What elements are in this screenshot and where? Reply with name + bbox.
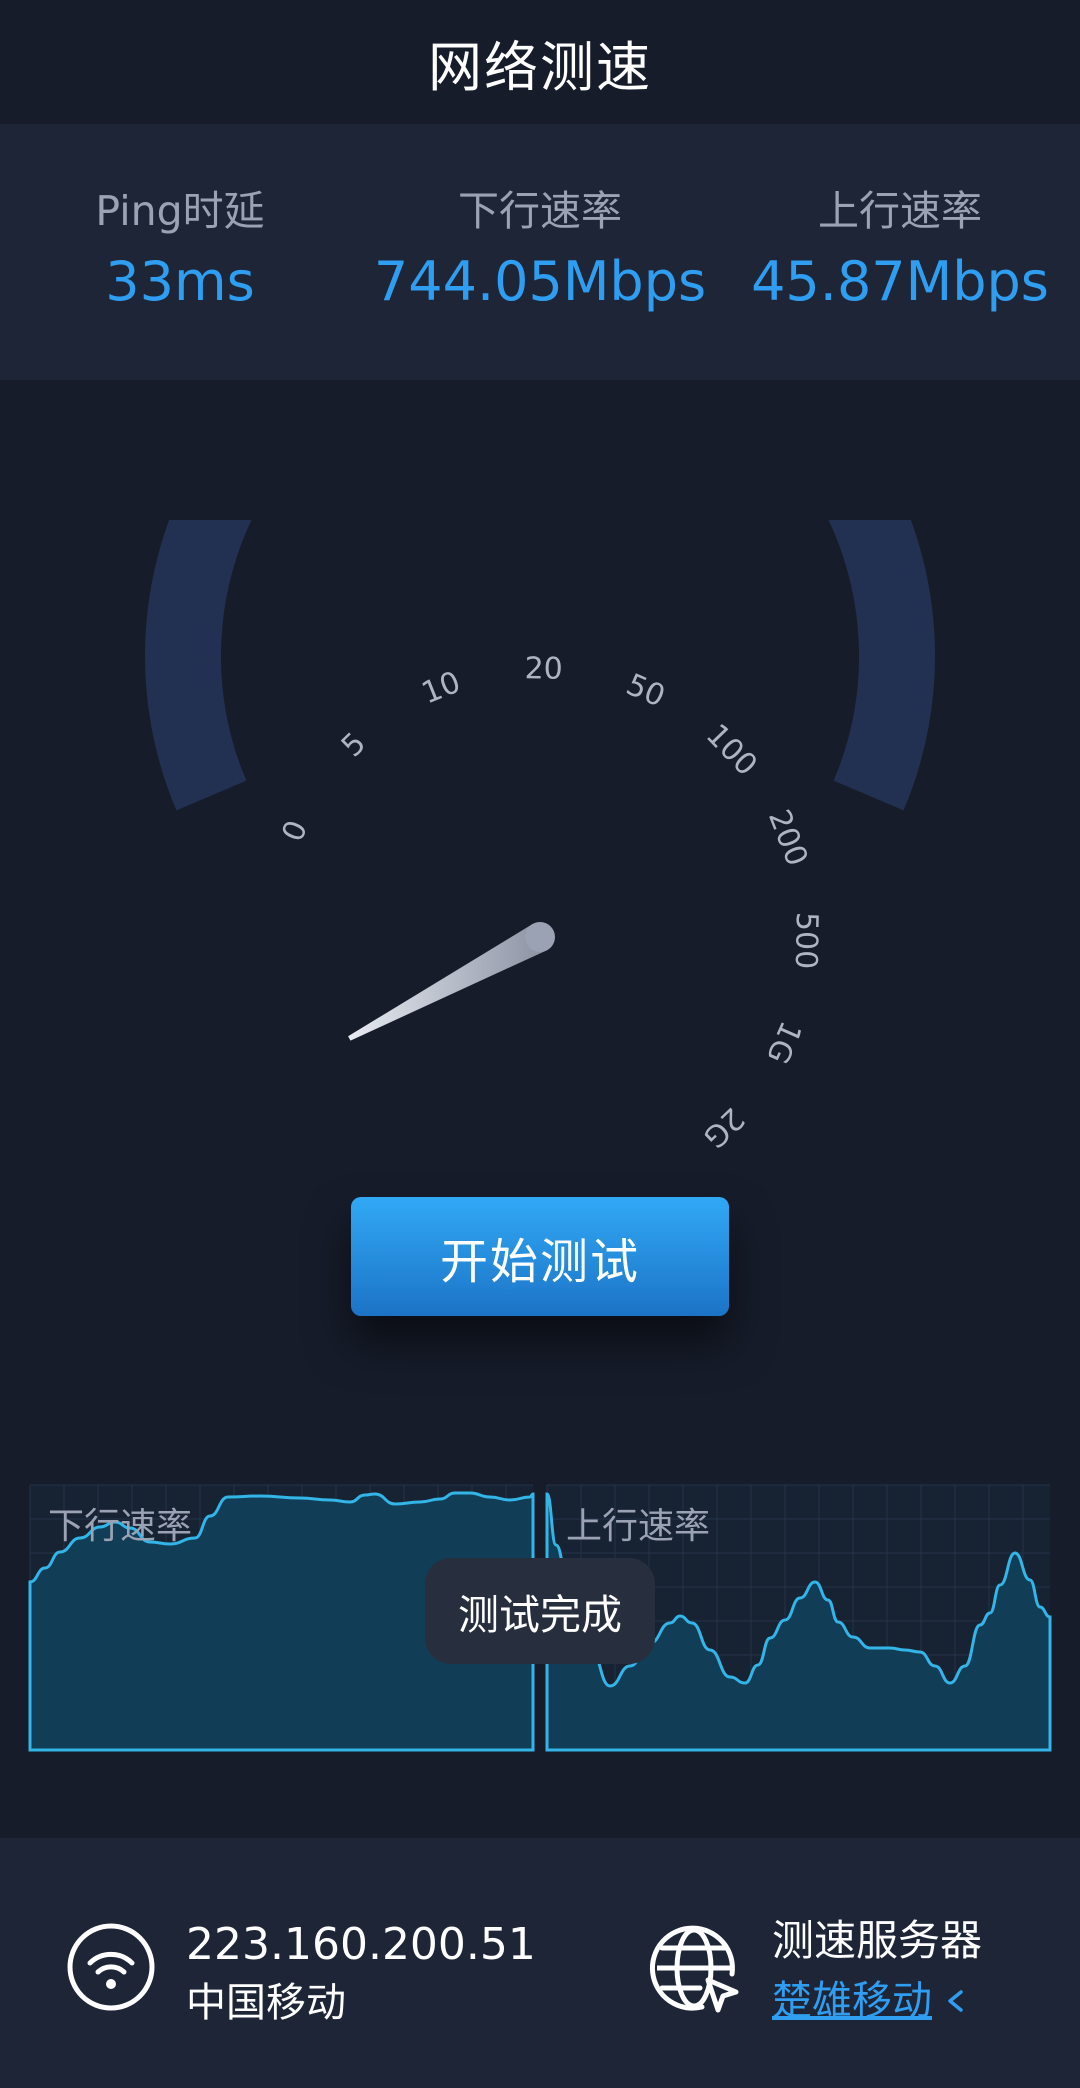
gauge-tick-label: 1G [759,1016,808,1069]
isp-name: 中国移动 [186,1980,346,2026]
ping-label: Ping时延 [95,187,265,235]
gauge-tick-label: 10 [417,665,465,712]
server-selector[interactable]: 楚雄移动 [772,1976,964,2026]
caret-left-icon[interactable] [946,1989,964,2013]
test-complete-toast: 测试完成 [425,1558,655,1664]
ping-value: 33ms [105,250,255,313]
gauge-tick-labels: 0 5 10 20 50 100 200 500 1G2G 5G [275,651,824,1160]
wifi-icon [67,1923,155,2011]
download-label: 下行速率 [458,187,622,235]
upload-value: 45.87Mbps [751,250,1049,313]
upload-chart-label: 上行速率 [566,1506,710,1547]
page-title: 网络测速 [428,35,652,99]
gauge-tick-label: 50 [621,667,670,714]
server-label: 测速服务器 [772,1916,983,1965]
gauge-tick-label: 500 [788,912,824,970]
ip-address: 223.160.200.51 [186,1919,536,1970]
start-test-button[interactable]: 开始测试 [351,1197,729,1316]
app-header: 网络测速 [0,0,1080,124]
upload-stat: 上行速率 45.87Mbps [740,186,1060,314]
globe-cursor-icon[interactable] [648,1922,744,2018]
gauge-tick-label: 0 [275,815,315,846]
speed-gauge: 0 5 10 20 50 100 200 500 1G2G 5G [145,520,935,1160]
gauge-tick-label: 5 [335,726,373,764]
download-stat: 下行速率 744.05Mbps [362,186,718,314]
footer-panel: 223.160.200.51 中国移动 测速服务器 楚雄移动 [0,1838,1080,2088]
stats-panel: Ping时延 33ms 下行速率 744.05Mbps 上行速率 45.87Mb… [0,124,1080,380]
download-chart-label: 下行速率 [48,1506,192,1547]
server-name-link[interactable]: 楚雄移动 [772,1976,932,2026]
gauge-needle-hub [525,922,555,952]
ping-stat: Ping时延 33ms [70,186,290,314]
download-value: 744.05Mbps [373,250,707,313]
gauge-tick-label: 2G [696,1100,751,1155]
upload-label: 上行速率 [818,187,982,235]
gauge-tick-label: 100 [699,717,764,783]
gauge-tick-label: 5G [609,1159,661,1160]
gauge-needle [348,923,547,1041]
gauge-tick-label: 20 [524,651,563,687]
gauge-tick-label: 200 [761,805,814,871]
